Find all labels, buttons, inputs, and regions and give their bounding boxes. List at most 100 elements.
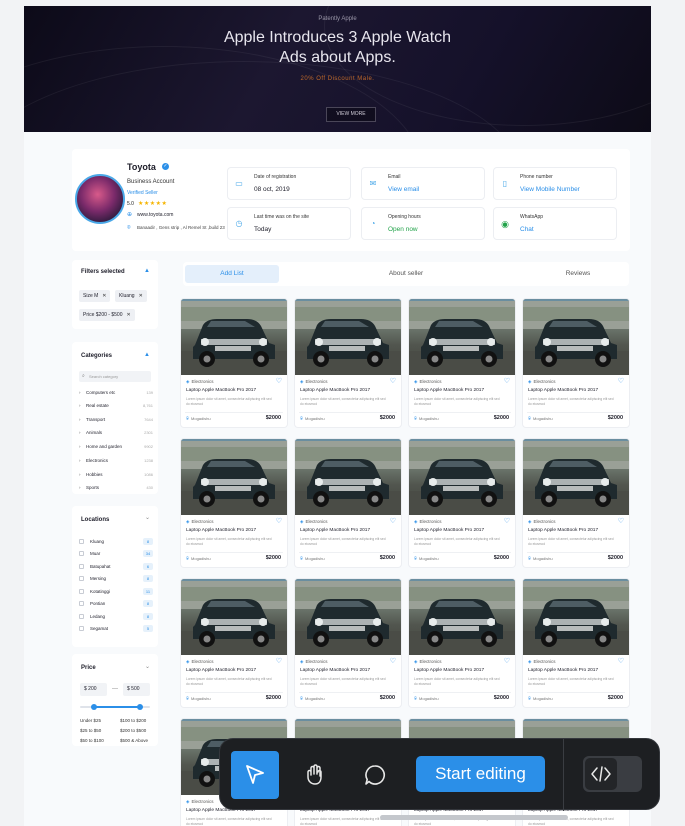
- category-item[interactable]: › Sports 430: [79, 483, 153, 492]
- listing-image[interactable]: [295, 299, 401, 375]
- listing-title[interactable]: Laptop Apple MacBook Pro 2017: [414, 388, 484, 393]
- seller-website-link[interactable]: www.toyota.com: [137, 212, 173, 218]
- heart-icon[interactable]: ♡: [618, 657, 624, 665]
- category-item[interactable]: › Animals 2301: [79, 428, 153, 437]
- listing-title[interactable]: Laptop Apple MacBook Pro 2017: [528, 528, 598, 533]
- view-email-link[interactable]: View email: [388, 186, 419, 193]
- seller-avatar[interactable]: [75, 174, 125, 224]
- listing-image[interactable]: [523, 299, 629, 375]
- listing-image[interactable]: [409, 299, 515, 375]
- listing-card[interactable]: ◈Electronics ♡ Laptop Apple MacBook Pro 20…: [523, 439, 629, 567]
- listing-card[interactable]: ◈Electronics ♡ Laptop Apple MacBook Pro 20…: [409, 299, 515, 427]
- price-range-option[interactable]: Under $25: [80, 718, 101, 723]
- tab-about-seller[interactable]: About seller: [359, 265, 453, 283]
- listing-card[interactable]: ◈Electronics ♡ Laptop Apple MacBook Pro 20…: [181, 439, 287, 567]
- price-min-input[interactable]: $ 200: [80, 683, 107, 696]
- listing-image[interactable]: [295, 439, 401, 515]
- location-item[interactable]: Batupahat 6: [79, 562, 153, 571]
- checkbox[interactable]: [79, 589, 84, 595]
- category-item[interactable]: › Computers etc 139: [79, 388, 153, 397]
- location-item[interactable]: Segamat 5: [79, 624, 153, 633]
- heart-icon[interactable]: ♡: [390, 517, 396, 525]
- checkbox[interactable]: [79, 626, 84, 632]
- heart-icon[interactable]: ♡: [390, 657, 396, 665]
- heart-icon[interactable]: ♡: [276, 377, 282, 385]
- heart-icon[interactable]: ♡: [504, 657, 510, 665]
- price-range-option[interactable]: $25 to $50: [80, 728, 101, 733]
- view-more-button[interactable]: VIEW MORE: [326, 107, 376, 122]
- filter-chip[interactable]: Price $200 - $500 ✕: [79, 309, 135, 321]
- heart-icon[interactable]: ♡: [276, 657, 282, 665]
- listing-image[interactable]: [295, 579, 401, 655]
- listing-card[interactable]: ◈Electronics ♡ Laptop Apple MacBook Pro 20…: [181, 299, 287, 427]
- checkbox[interactable]: [79, 551, 84, 557]
- select-tool-button[interactable]: [231, 751, 279, 799]
- category-item[interactable]: › Hobbies 1086: [79, 470, 153, 479]
- price-range-option[interactable]: $50 to $100: [80, 738, 104, 743]
- listing-card[interactable]: ◈Electronics ♡ Laptop Apple MacBook Pro 20…: [523, 579, 629, 707]
- listing-title[interactable]: Laptop Apple MacBook Pro 2017: [528, 668, 598, 673]
- location-item[interactable]: Mersing 8: [79, 574, 153, 583]
- listing-card[interactable]: ◈Electronics ♡ Laptop Apple MacBook Pro 20…: [295, 299, 401, 427]
- heart-icon[interactable]: ♡: [504, 517, 510, 525]
- category-item[interactable]: › Home and garden 9902: [79, 442, 153, 451]
- category-item[interactable]: › Transport 7644: [79, 415, 153, 424]
- filter-chip[interactable]: Kluang ✕: [115, 290, 147, 302]
- price-slider[interactable]: [80, 704, 150, 710]
- collapse-caret-icon[interactable]: ▲: [144, 268, 150, 274]
- listing-image[interactable]: [409, 579, 515, 655]
- category-search-input[interactable]: ⌕ Search category: [79, 371, 151, 382]
- listing-title[interactable]: Laptop Apple MacBook Pro 2017: [414, 668, 484, 673]
- listing-image[interactable]: [409, 439, 515, 515]
- listing-card[interactable]: ◈Electronics ♡ Laptop Apple MacBook Pro 20…: [181, 579, 287, 707]
- code-view-toggle[interactable]: [583, 756, 642, 792]
- location-item[interactable]: Muar 34: [79, 549, 153, 558]
- listing-image[interactable]: [181, 579, 287, 655]
- listing-image[interactable]: [523, 439, 629, 515]
- view-phone-link[interactable]: View Mobile Number: [520, 186, 580, 193]
- listing-card[interactable]: ◈Electronics ♡ Laptop Apple MacBook Pro 20…: [295, 439, 401, 567]
- location-item[interactable]: Kotatinggi 11: [79, 587, 153, 596]
- price-slider-min-handle[interactable]: [91, 704, 97, 710]
- checkbox[interactable]: [79, 576, 84, 582]
- listing-title[interactable]: Laptop Apple MacBook Pro 2017: [300, 528, 370, 533]
- listing-card[interactable]: ◈Electronics ♡ Laptop Apple MacBook Pro 20…: [523, 299, 629, 427]
- listing-image[interactable]: [181, 439, 287, 515]
- location-item[interactable]: Pontian 8: [79, 599, 153, 608]
- listing-title[interactable]: Laptop Apple MacBook Pro 2017: [186, 388, 256, 393]
- heart-icon[interactable]: ♡: [390, 377, 396, 385]
- listing-title[interactable]: Laptop Apple MacBook Pro 2017: [528, 388, 598, 393]
- tab-reviews[interactable]: Reviews: [531, 265, 625, 283]
- heart-icon[interactable]: ♡: [504, 377, 510, 385]
- location-item[interactable]: Kluang 8: [79, 537, 153, 546]
- checkbox[interactable]: [79, 564, 84, 570]
- remove-chip-icon[interactable]: ✕: [139, 293, 143, 299]
- listing-title[interactable]: Laptop Apple MacBook Pro 2017: [414, 528, 484, 533]
- pan-tool-button[interactable]: [291, 751, 339, 799]
- category-item[interactable]: › Electronics 1238: [79, 456, 153, 465]
- price-range-option[interactable]: $100 to $200: [120, 718, 146, 723]
- listing-title[interactable]: Laptop Apple MacBook Pro 2017: [300, 388, 370, 393]
- price-range-option[interactable]: $200 to $500: [120, 728, 146, 733]
- heart-icon[interactable]: ♡: [618, 377, 624, 385]
- hero-banner[interactable]: Patently Apple Apple Introduces 3 Apple …: [24, 6, 651, 132]
- listing-card[interactable]: ◈Electronics ♡ Laptop Apple MacBook Pro 20…: [409, 579, 515, 707]
- tab-add-list[interactable]: Add List: [185, 265, 279, 283]
- remove-chip-icon[interactable]: ✕: [126, 312, 130, 318]
- heart-icon[interactable]: ♡: [618, 517, 624, 525]
- filter-chip[interactable]: Size M ✕: [79, 290, 111, 302]
- listing-title[interactable]: Laptop Apple MacBook Pro 2017: [186, 528, 256, 533]
- price-range-option[interactable]: $500 & Above: [120, 738, 148, 743]
- collapse-caret-icon[interactable]: ▲: [144, 352, 150, 358]
- checkbox[interactable]: [79, 601, 84, 607]
- listing-image[interactable]: [523, 579, 629, 655]
- collapse-caret-icon[interactable]: ⌄: [145, 663, 150, 670]
- price-slider-max-handle[interactable]: [136, 704, 143, 710]
- heart-icon[interactable]: ♡: [276, 517, 282, 525]
- listing-title[interactable]: Laptop Apple MacBook Pro 2017: [300, 668, 370, 673]
- listing-card[interactable]: ◈Electronics ♡ Laptop Apple MacBook Pro 20…: [409, 439, 515, 567]
- price-max-input[interactable]: $ 500: [123, 683, 150, 696]
- checkbox[interactable]: [79, 539, 84, 545]
- listing-title[interactable]: Laptop Apple MacBook Pro 2017: [186, 668, 256, 673]
- location-item[interactable]: Ledang 8: [79, 612, 153, 621]
